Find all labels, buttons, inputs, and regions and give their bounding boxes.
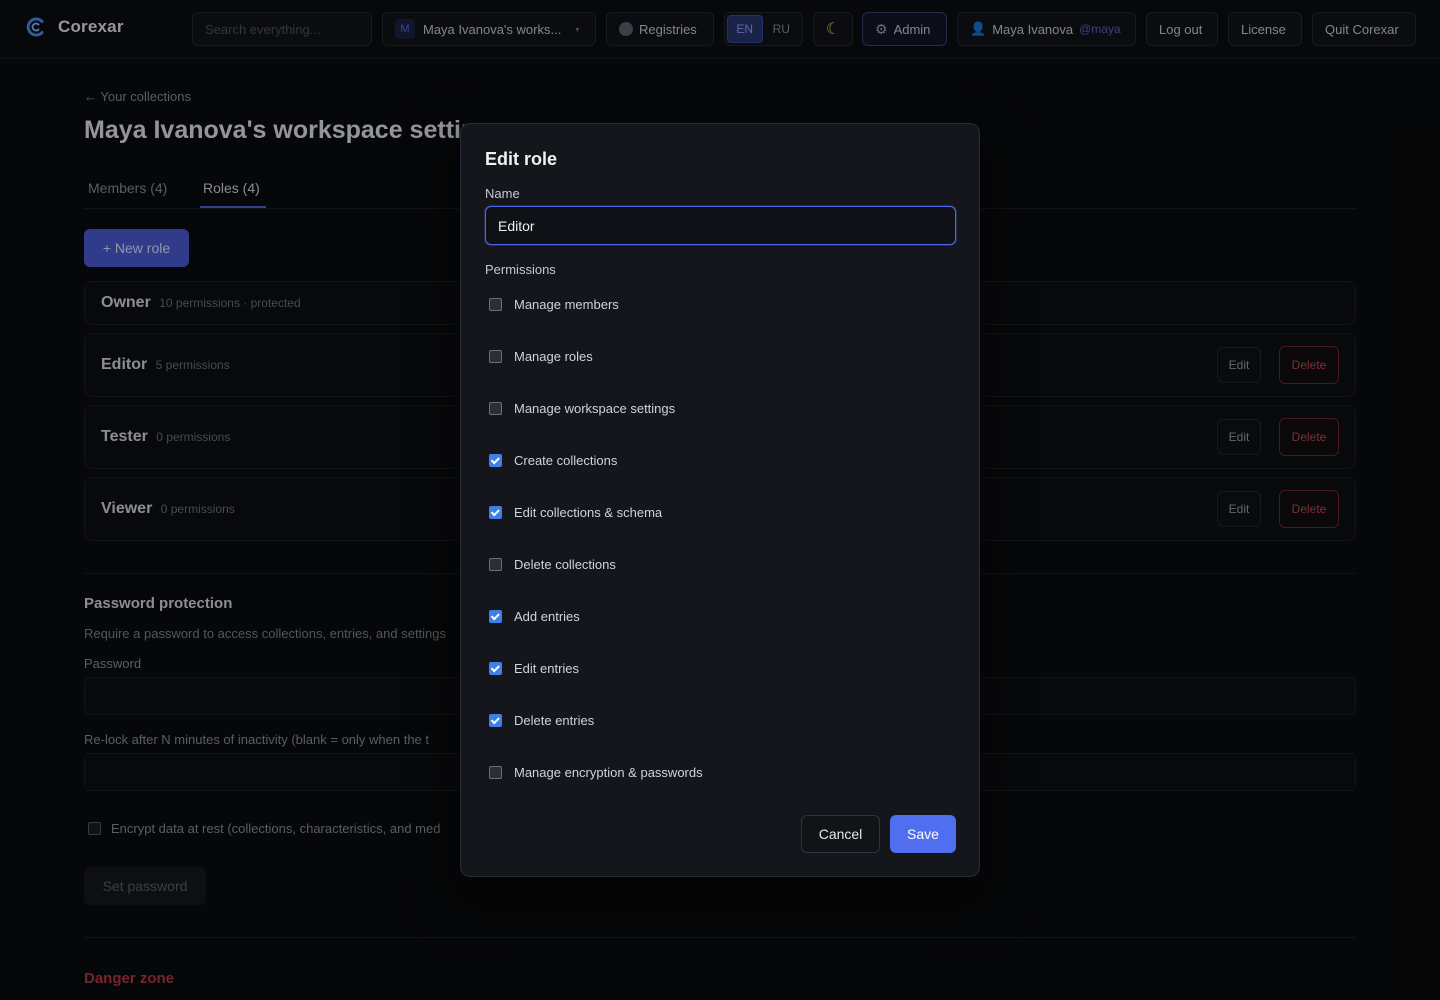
- permission-label: Edit entries: [514, 661, 580, 676]
- dialog-title: Edit role: [485, 149, 558, 169]
- permission-label: Delete entries: [514, 713, 595, 728]
- permission-label: Edit collections & schema: [514, 505, 663, 520]
- cancel-button[interactable]: Cancel: [801, 815, 880, 853]
- permission-option[interactable]: Manage members: [489, 297, 619, 312]
- permission-option[interactable]: Delete collections: [489, 557, 616, 572]
- permission-checkbox[interactable]: [489, 298, 502, 311]
- permission-checkbox-checked[interactable]: [489, 610, 502, 623]
- edit-role-dialog: Edit role Name Permissions Manage member…: [460, 123, 980, 877]
- role-name-input[interactable]: [485, 206, 956, 245]
- permission-checkbox[interactable]: [489, 558, 502, 571]
- permissions-label: Permissions: [485, 262, 556, 277]
- permission-checkbox-checked[interactable]: [489, 506, 502, 519]
- permission-option[interactable]: Manage workspace settings: [489, 401, 675, 416]
- permission-option[interactable]: Add entries: [489, 609, 580, 624]
- permission-checkbox-checked[interactable]: [489, 714, 502, 727]
- permission-checkbox[interactable]: [489, 402, 502, 415]
- permission-checkbox-checked[interactable]: [489, 662, 502, 675]
- permission-option[interactable]: Delete entries: [489, 713, 594, 728]
- name-label: Name: [485, 186, 520, 201]
- permission-option[interactable]: Edit collections & schema: [489, 505, 662, 520]
- permission-label: Create collections: [514, 453, 618, 468]
- permission-option[interactable]: Edit entries: [489, 661, 579, 676]
- permission-checkbox-checked[interactable]: [489, 454, 502, 467]
- permission-label: Add entries: [514, 609, 580, 624]
- permission-option[interactable]: Create collections: [489, 453, 617, 468]
- permission-label: Manage encryption & passwords: [514, 765, 703, 780]
- permission-checkbox[interactable]: [489, 766, 502, 779]
- permission-label: Delete collections: [514, 557, 616, 572]
- permission-label: Manage roles: [514, 349, 593, 364]
- permission-option[interactable]: Manage roles: [489, 349, 593, 364]
- permission-label: Manage members: [514, 297, 619, 312]
- permission-option[interactable]: Manage encryption & passwords: [489, 765, 703, 780]
- permission-label: Manage workspace settings: [514, 401, 676, 416]
- save-button[interactable]: Save: [890, 815, 956, 853]
- permission-checkbox[interactable]: [489, 350, 502, 363]
